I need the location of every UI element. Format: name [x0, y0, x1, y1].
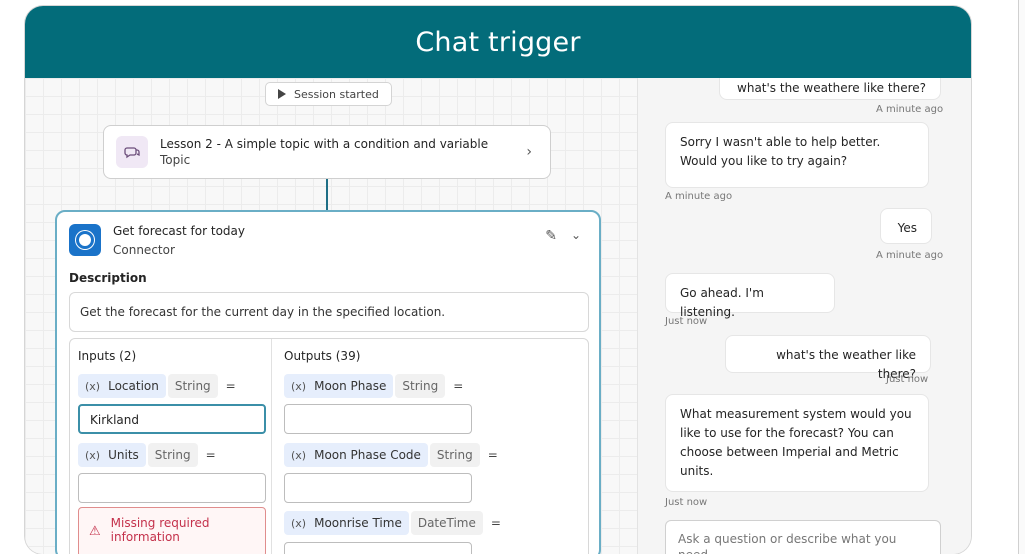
topic-title: Lesson 2 - A simple topic with a conditi… [160, 137, 489, 151]
topic-node[interactable]: Lesson 2 - A simple topic with a conditi… [103, 125, 551, 179]
type-chip: DateTime [410, 511, 483, 535]
missing-info-error: ⚠ Missing required information [78, 507, 266, 554]
chat-message-user: what's the weather like there? [725, 335, 931, 381]
variable-icon: (x) [291, 448, 307, 462]
play-icon [278, 89, 286, 99]
connector-title: Get forecast for today [113, 224, 245, 238]
variable-icon: (x) [291, 516, 307, 530]
chat-input[interactable]: Ask a question or describe what you need [665, 520, 941, 554]
variable-chip[interactable]: (x) Units [78, 443, 146, 467]
type-chip: String [167, 374, 218, 398]
equals-sign: = [487, 448, 498, 462]
error-text: Missing required information [110, 516, 210, 544]
inputs-outputs-panel: Inputs (2) Outputs (39) (x) Location Stri… [69, 338, 589, 554]
chat-message-user: what's the weathere like there? [719, 78, 941, 100]
variable-chip[interactable]: (x) Moonrise Time [284, 511, 409, 535]
output-name: Moon Phase Code [314, 448, 421, 462]
type-chip: String [395, 374, 446, 398]
equals-sign: = [205, 448, 216, 462]
page-title: Chat trigger [25, 6, 971, 78]
weather-sun-icon [69, 224, 101, 256]
session-label: Session started [294, 87, 379, 101]
description-label: Description [69, 271, 147, 285]
io-divider [271, 339, 272, 554]
variable-chip[interactable]: (x) Moon Phase [284, 374, 394, 398]
flow-connector-line [326, 179, 328, 210]
chat-message-user: Yes [880, 208, 932, 244]
units-value-field[interactable] [78, 473, 266, 503]
message-timestamp: A minute ago [665, 191, 733, 202]
variable-icon: (x) [291, 379, 307, 393]
message-timestamp: Just now [665, 497, 708, 508]
chevron-down-icon[interactable]: ⌄ [571, 228, 581, 242]
output-name: Moon Phase [314, 379, 387, 393]
description-text: Get the forecast for the current day in … [69, 292, 589, 332]
output-value-field[interactable] [284, 473, 472, 503]
type-chip: String [147, 443, 198, 467]
test-chat-panel: what's the weathere like there? A minute… [637, 78, 971, 554]
output-name: Moonrise Time [314, 516, 402, 530]
connector-subtitle: Connector [113, 243, 175, 257]
output-row: (x) Moon Phase String = [284, 373, 463, 399]
topic-subtitle: Topic [160, 153, 191, 167]
connector-node[interactable]: Get forecast for today Connector ✎ ⌄ Des… [55, 210, 601, 554]
outputs-title: Outputs (39) [284, 349, 361, 363]
equals-sign: = [490, 516, 501, 530]
location-value-field[interactable]: Kirkland [78, 404, 266, 434]
edit-pencil-icon[interactable]: ✎ [545, 228, 557, 244]
topic-chat-icon [116, 136, 148, 168]
input-name: Units [108, 448, 139, 462]
inputs-title: Inputs (2) [78, 349, 137, 363]
type-chip: String [429, 443, 480, 467]
equals-sign: = [225, 379, 236, 393]
variable-chip[interactable]: (x) Moon Phase Code [284, 443, 428, 467]
message-timestamp: A minute ago [876, 250, 944, 261]
variable-icon: (x) [85, 448, 101, 462]
chat-message-bot: What measurement system would you like t… [665, 394, 929, 492]
message-timestamp: Just now [886, 374, 929, 385]
output-value-field[interactable] [284, 404, 472, 434]
output-row: (x) Moonrise Time DateTime = [284, 510, 501, 536]
output-row: (x) Moon Phase Code String = [284, 442, 498, 468]
input-location-row: (x) Location String = [78, 373, 236, 399]
input-units-row: (x) Units String = [78, 442, 216, 468]
equals-sign: = [453, 379, 464, 393]
output-value-field[interactable] [284, 542, 472, 554]
message-timestamp: A minute ago [876, 104, 944, 115]
chat-message-bot: Sorry I wasn't able to help better. Woul… [665, 122, 929, 188]
input-name: Location [108, 379, 159, 393]
chat-message-bot: Go ahead. I'm listening. [665, 273, 835, 319]
right-panel-edge [1018, 0, 1025, 554]
message-timestamp: Just now [665, 316, 708, 327]
warning-icon: ⚠ [89, 524, 101, 539]
app-frame: Chat trigger Session started Lesson 2 - … [25, 6, 971, 554]
variable-icon: (x) [85, 379, 101, 393]
session-started-chip[interactable]: Session started [265, 82, 392, 106]
authoring-canvas[interactable]: Session started Lesson 2 - A simple topi… [25, 78, 637, 554]
variable-chip[interactable]: (x) Location [78, 374, 166, 398]
chevron-right-icon[interactable]: › [526, 144, 532, 160]
